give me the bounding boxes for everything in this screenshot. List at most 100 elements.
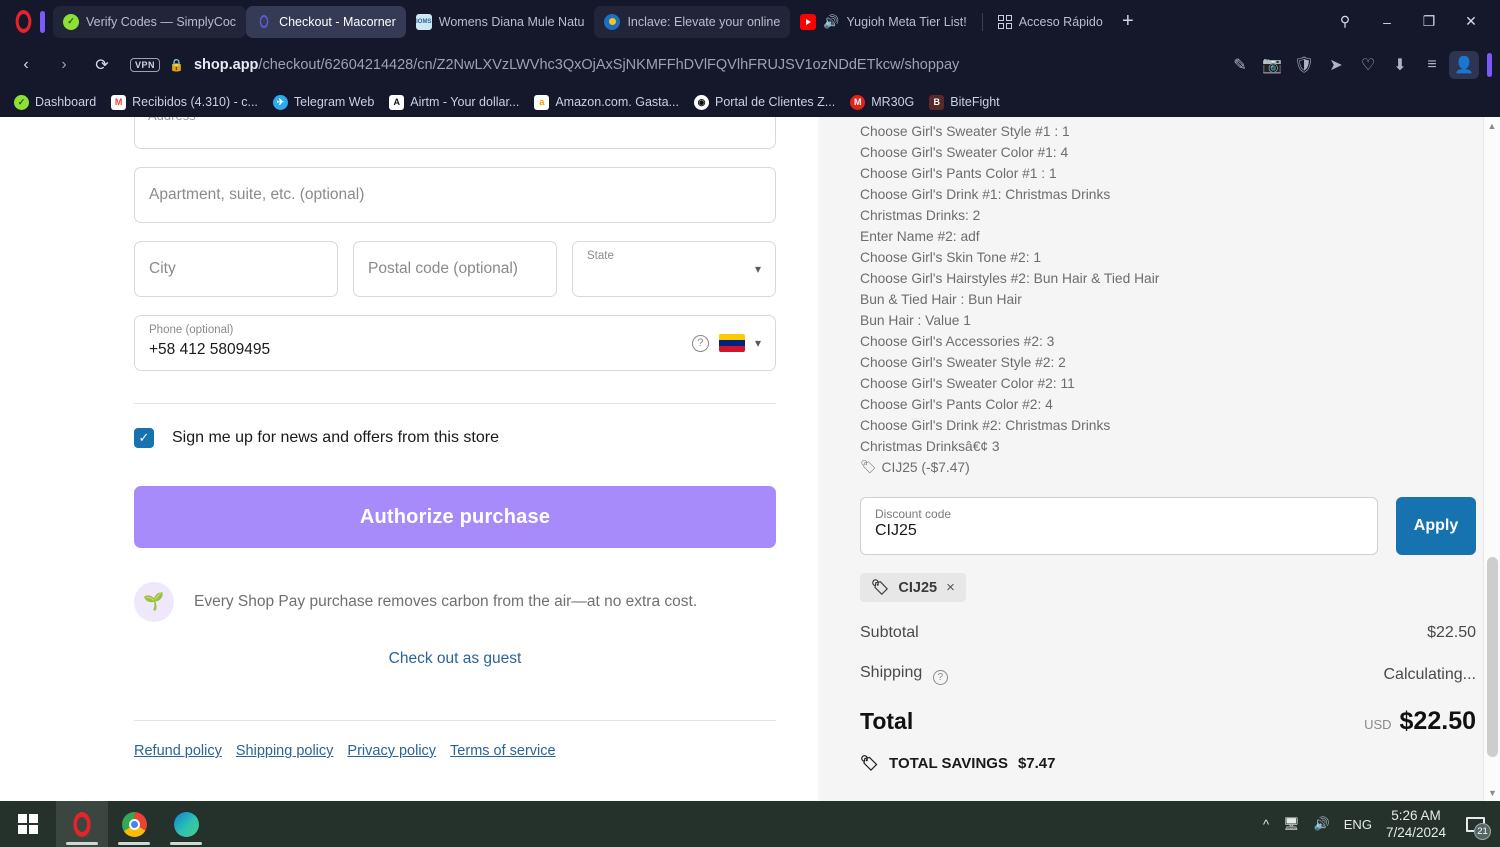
bookmark-portal-clientes[interactable]: ◉ Portal de Clientes Z... <box>688 92 841 113</box>
venezuela-flag-icon <box>718 334 745 352</box>
new-tab-button[interactable]: + <box>1113 7 1143 37</box>
send-icon[interactable]: ➤ <box>1321 51 1351 79</box>
amazon-icon: a <box>534 94 550 110</box>
tab-womens-diana-mule[interactable]: IOMS Womens Diana Mule Natu <box>406 6 595 38</box>
bookmark-label: Telegram Web <box>293 95 375 109</box>
maximize-button[interactable]: ❐ <box>1410 5 1448 39</box>
phone-field[interactable]: Phone (optional) +58 412 5809495 ? ▾ <box>134 315 776 371</box>
download-icon[interactable]: ⬇ <box>1385 51 1415 79</box>
system-tray: ^ 🖥 🔊 ENG 5:26 AM 7/24/2024 21 <box>1263 807 1500 841</box>
heart-icon[interactable]: ♡ <box>1353 51 1383 79</box>
chevron-down-icon[interactable]: ▾ <box>755 336 761 350</box>
city-field[interactable]: City <box>134 241 338 297</box>
apartment-field[interactable]: Apartment, suite, etc. (optional) <box>134 167 776 223</box>
postal-placeholder: Postal code (optional) <box>368 260 518 277</box>
discount-code-label: Discount code <box>875 507 952 521</box>
total-value: $22.50 <box>1399 707 1476 735</box>
tab-strip: ✓ Verify Codes — SimplyCoc Checkout - Ma… <box>0 0 1500 43</box>
network-icon[interactable]: 🖥 <box>1283 816 1300 832</box>
taskbar-app-chrome[interactable] <box>108 801 160 847</box>
list-item: Bun Hair : Value 1 <box>860 313 971 328</box>
forward-icon[interactable]: › <box>46 49 82 81</box>
close-button[interactable]: ✕ <box>1452 5 1490 39</box>
shield-icon <box>604 13 621 30</box>
shield-check-icon[interactable]: 🛡 <box>1289 51 1319 79</box>
city-placeholder: City <box>149 260 176 277</box>
snapshot-icon[interactable]: 📷 <box>1257 51 1287 79</box>
sprout-icon: 🌱 <box>134 582 174 622</box>
shipping-value: Calculating... <box>1383 665 1477 683</box>
clock[interactable]: 5:26 AM 7/24/2024 <box>1386 807 1446 841</box>
bookmark-amazon[interactable]: a Amazon.com. Gasta... <box>528 92 685 113</box>
tab-yugioh-meta[interactable]: 🔊 Yugioh Meta Tier List! <box>790 6 976 38</box>
browser-window: ✓ Verify Codes — SimplyCoc Checkout - Ma… <box>0 0 1500 801</box>
volume-icon[interactable]: 🔊 <box>1314 816 1330 832</box>
postal-code-field[interactable]: Postal code (optional) <box>353 241 557 297</box>
checkout-as-guest-link[interactable]: Check out as guest <box>134 650 776 668</box>
lock-icon: 🔒 <box>169 58 184 72</box>
checkout-form-column: Address Apartment, suite, etc. (optional… <box>0 117 818 801</box>
page-scrollbar[interactable]: ▲ ▼ <box>1483 117 1500 801</box>
bookmark-dashboard[interactable]: ✓ Dashboard <box>8 92 102 113</box>
bookmark-mr30g[interactable]: M MR30G <box>844 92 920 113</box>
chevron-up-icon[interactable]: ^ <box>1263 817 1269 832</box>
tab-acceso-rapido[interactable]: Acceso Rápido <box>988 6 1113 38</box>
savings-label: TOTAL SAVINGS <box>889 754 1008 772</box>
question-circle-icon[interactable]: ? <box>691 334 709 352</box>
bookmark-label: Airtm - Your dollar... <box>410 95 520 109</box>
bookmark-airtm[interactable]: A Airtm - Your dollar... <box>383 92 525 113</box>
opera-menu-button[interactable] <box>6 0 40 43</box>
shipping-policy-link[interactable]: Shipping policy <box>236 743 334 759</box>
state-select[interactable]: State ▾ <box>572 241 776 297</box>
list-item: Choose Girl's Sweater Style #2: 2 <box>860 355 1066 370</box>
tab-checkout-macorner[interactable]: Checkout - Macorner <box>246 5 406 38</box>
list-item: Choose Girl's Pants Color #2: 4 <box>860 397 1053 412</box>
notifications-button[interactable]: 21 <box>1460 809 1491 840</box>
start-button[interactable] <box>0 801 56 847</box>
taskbar-app-opera[interactable] <box>56 801 108 847</box>
policy-links: Refund policy Shipping policy Privacy po… <box>134 743 776 759</box>
terms-of-service-link[interactable]: Terms of service <box>450 743 556 759</box>
tab-inclave[interactable]: Inclave: Elevate your online <box>594 5 791 38</box>
privacy-policy-link[interactable]: Privacy policy <box>347 743 436 759</box>
vpn-badge[interactable]: VPN <box>130 58 161 72</box>
refund-policy-link[interactable]: Refund policy <box>134 743 222 759</box>
address-field[interactable]: Address <box>134 117 776 149</box>
reload-icon[interactable]: ⟳ <box>84 49 120 81</box>
product-options-list: Choose Girl's Sweater Style #1 : 1 Choos… <box>860 117 1476 457</box>
total-currency: USD <box>1364 717 1392 732</box>
newsletter-checkbox[interactable]: ✓ <box>134 428 154 448</box>
scroll-down-arrow[interactable]: ▼ <box>1484 784 1500 801</box>
list-item: Choose Girl's Sweater Style #1 : 1 <box>860 124 1070 139</box>
language-indicator[interactable]: ENG <box>1344 817 1372 832</box>
authorize-purchase-button[interactable]: Authorize purchase <box>134 486 776 548</box>
url-text[interactable]: shop.app/checkout/62604214428/cn/Z2NwLXV… <box>194 57 1223 73</box>
clock-date: 7/24/2024 <box>1385 825 1446 840</box>
bookmark-bitefight[interactable]: B BiteFight <box>923 92 1005 113</box>
taskbar-app-edge[interactable] <box>160 801 212 847</box>
settings-sliders-icon[interactable]: ≡ <box>1417 51 1447 79</box>
tag-icon: 🏷 <box>871 580 890 596</box>
edit-page-icon[interactable]: ✎ <box>1225 51 1255 79</box>
tab-label: Yugioh Meta Tier List! <box>846 14 967 29</box>
remove-discount-icon[interactable]: × <box>946 579 955 596</box>
tab-verify-codes[interactable]: ✓ Verify Codes — SimplyCoc <box>53 5 247 38</box>
gmail-icon: M <box>111 94 127 110</box>
grid-icon <box>997 14 1012 29</box>
newsletter-checkbox-row[interactable]: ✓ Sign me up for news and offers from th… <box>134 428 776 448</box>
search-icon[interactable]: ⚲ <box>1326 5 1364 39</box>
bookmark-label: Amazon.com. Gasta... <box>555 95 680 109</box>
apply-discount-button[interactable]: Apply <box>1396 497 1476 555</box>
shipping-label: Shipping ? <box>860 664 948 685</box>
tab-audio-icon[interactable]: 🔊 <box>823 14 839 30</box>
minimize-button[interactable]: – <box>1368 5 1406 39</box>
tag-icon: 🏷 <box>860 755 880 772</box>
discount-code-input[interactable]: Discount code CIJ25 <box>860 497 1378 555</box>
profile-icon[interactable]: 👤 <box>1449 51 1479 79</box>
scroll-up-arrow[interactable]: ▲ <box>1484 117 1500 134</box>
bookmark-recibidos[interactable]: M Recibidos (4.310) - c... <box>105 92 264 113</box>
scrollbar-thumb[interactable] <box>1487 557 1498 757</box>
bookmark-telegram[interactable]: ✈ Telegram Web <box>267 92 380 113</box>
back-icon[interactable]: ‹ <box>8 49 44 81</box>
question-circle-icon[interactable]: ? <box>932 670 948 685</box>
